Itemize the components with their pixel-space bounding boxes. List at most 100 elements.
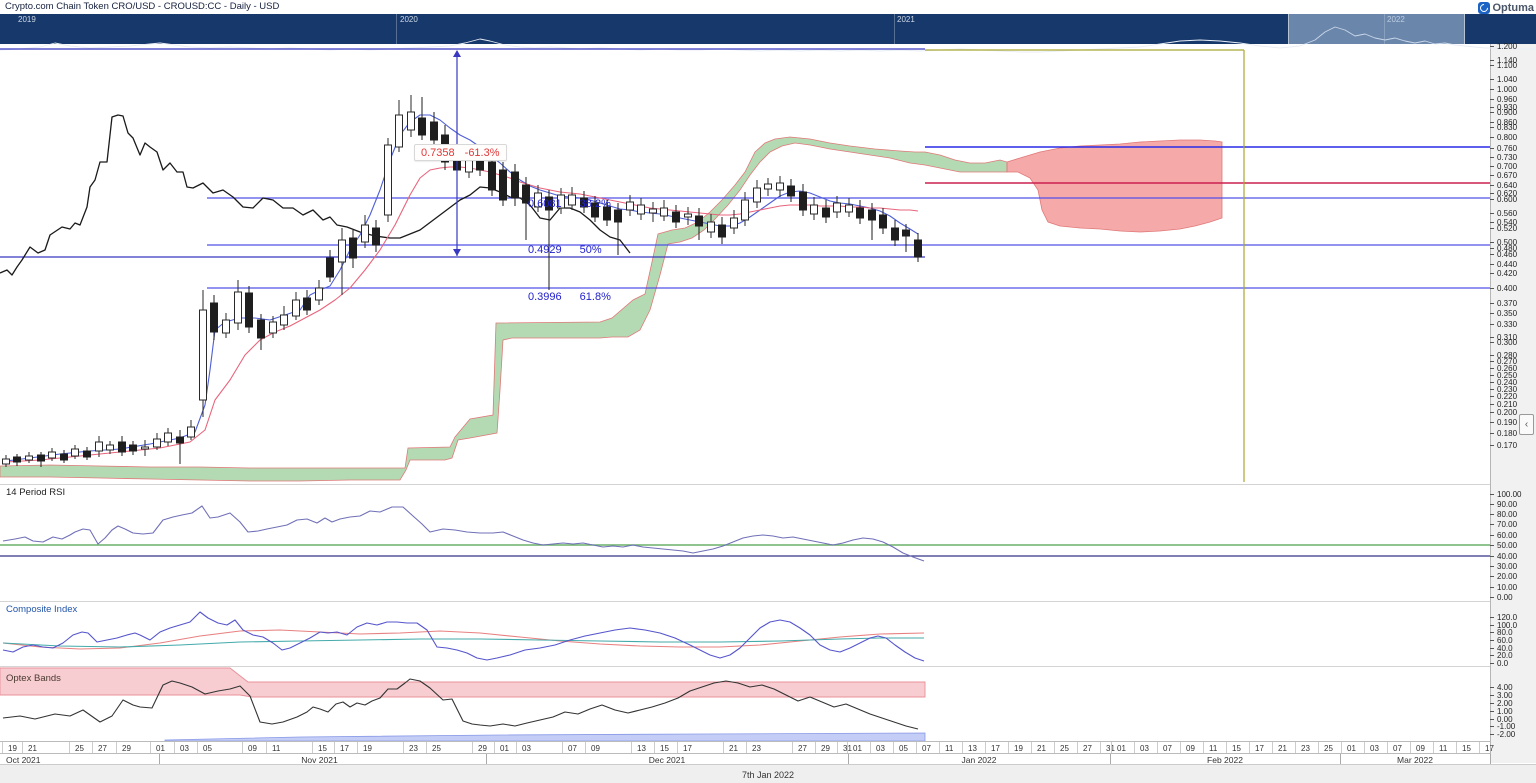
date-day-label: 17	[991, 744, 1000, 753]
rsi-label: 30.00	[1497, 562, 1517, 571]
date-day-label: 01	[1117, 744, 1126, 753]
date-day-label: 03	[876, 744, 885, 753]
price-tick	[1490, 422, 1494, 423]
date-day-label: 07	[1163, 744, 1172, 753]
candle-body	[84, 451, 91, 457]
date-tick	[585, 742, 586, 753]
candle-body	[119, 442, 126, 452]
fib-label-50[interactable]: 0.4929 50%	[528, 244, 602, 256]
candle-body	[846, 205, 853, 212]
date-day-label: 03	[522, 744, 531, 753]
date-tick	[1134, 742, 1135, 753]
date-tick	[242, 742, 243, 753]
price-tick	[1490, 288, 1494, 289]
date-day-label: 27	[98, 744, 107, 753]
tenkan-sen-line	[6, 115, 918, 461]
date-tick	[962, 742, 963, 753]
rsi-label: 0.00	[1497, 593, 1513, 602]
candle-body	[362, 225, 369, 242]
candle-body	[246, 293, 253, 327]
date-tick	[426, 742, 427, 753]
price-label: 1.100	[1497, 61, 1517, 70]
price-label: 0.170	[1497, 441, 1517, 450]
fib-value: 0.6081	[528, 198, 562, 210]
candle-body	[823, 208, 830, 217]
candle-body	[466, 160, 473, 172]
date-day-label: 07	[922, 744, 931, 753]
optex-tick	[1490, 695, 1494, 696]
candle-body	[200, 310, 207, 400]
composite-tick	[1490, 655, 1494, 656]
optex-line	[3, 679, 918, 729]
fib-label-382[interactable]: 0.6081 38.2%	[528, 198, 611, 210]
date-day-label: 01	[1347, 744, 1356, 753]
date-tick	[1157, 742, 1158, 753]
candle-body	[3, 459, 10, 464]
title-bar: Crypto.com Chain Token CRO/USD - CROUSD:…	[0, 0, 1536, 14]
fib-percent: 61.8%	[580, 291, 611, 303]
date-tick	[916, 742, 917, 753]
price-tick	[1490, 412, 1494, 413]
composite-tick	[1490, 632, 1494, 633]
price-tick	[1490, 137, 1494, 138]
panel-separator[interactable]	[0, 601, 1490, 602]
date-day-label: 23	[409, 744, 418, 753]
panel-separator[interactable]	[0, 666, 1490, 667]
candle-body	[673, 212, 680, 222]
price-tick	[1490, 199, 1494, 200]
date-tick	[837, 742, 838, 753]
navigator-year-label: 2021	[897, 15, 915, 24]
price-tick	[1490, 107, 1494, 108]
date-tick	[746, 742, 747, 753]
price-measure-label[interactable]: 0.7358 -61.3%	[414, 144, 507, 161]
candle-body	[419, 118, 426, 135]
candle-body	[696, 216, 703, 226]
price-tick	[1490, 445, 1494, 446]
price-tick	[1490, 175, 1494, 176]
date-tick	[631, 742, 632, 753]
fib-label-618[interactable]: 0.3996 61.8%	[528, 291, 611, 303]
rsi-tick	[1490, 576, 1494, 577]
date-tick	[516, 742, 517, 753]
price-tick	[1490, 46, 1494, 47]
candle-body	[327, 258, 334, 277]
price-tick	[1490, 404, 1494, 405]
price-tick	[1490, 148, 1494, 149]
date-tick	[357, 742, 358, 753]
date-tick	[1295, 742, 1296, 753]
rsi-tick	[1490, 524, 1494, 525]
measure-value: 0.7358	[421, 147, 455, 159]
candle-body	[142, 447, 149, 449]
composite-panel-title: Composite Index	[6, 604, 77, 615]
candle-body	[235, 292, 242, 323]
date-tick	[1410, 742, 1411, 753]
date-tick	[494, 742, 495, 753]
chart-title: Crypto.com Chain Token CRO/USD - CROUSD:…	[5, 1, 279, 12]
date-tick	[1008, 742, 1009, 753]
date-tick	[893, 742, 894, 753]
date-tick	[1479, 742, 1480, 753]
navigator-year-separator	[396, 14, 397, 44]
price-label: 0.300	[1497, 338, 1517, 347]
candle-body	[777, 183, 784, 190]
date-day-label: 13	[637, 744, 646, 753]
candle-body	[385, 145, 392, 215]
date-day-label: 11	[272, 744, 280, 753]
date-tick	[985, 742, 986, 753]
date-day-label: 07	[1393, 744, 1402, 753]
navigator-selection[interactable]	[1288, 14, 1465, 44]
composite-index-line	[3, 612, 924, 661]
date-day-label: 19	[363, 744, 372, 753]
price-tick	[1490, 185, 1494, 186]
panel-separator[interactable]	[0, 484, 1490, 485]
navigator-year-separator	[894, 14, 895, 44]
price-tick	[1490, 213, 1494, 214]
price-label: 0.190	[1497, 418, 1517, 427]
price-tick	[1490, 122, 1494, 123]
rsi-label: 40.00	[1497, 552, 1517, 561]
date-day-label: 15	[1462, 744, 1471, 753]
collapse-axis-button[interactable]: ‹	[1519, 414, 1534, 435]
candle-body	[880, 215, 887, 228]
date-day-label: 23	[752, 744, 761, 753]
candle-body	[800, 192, 807, 210]
